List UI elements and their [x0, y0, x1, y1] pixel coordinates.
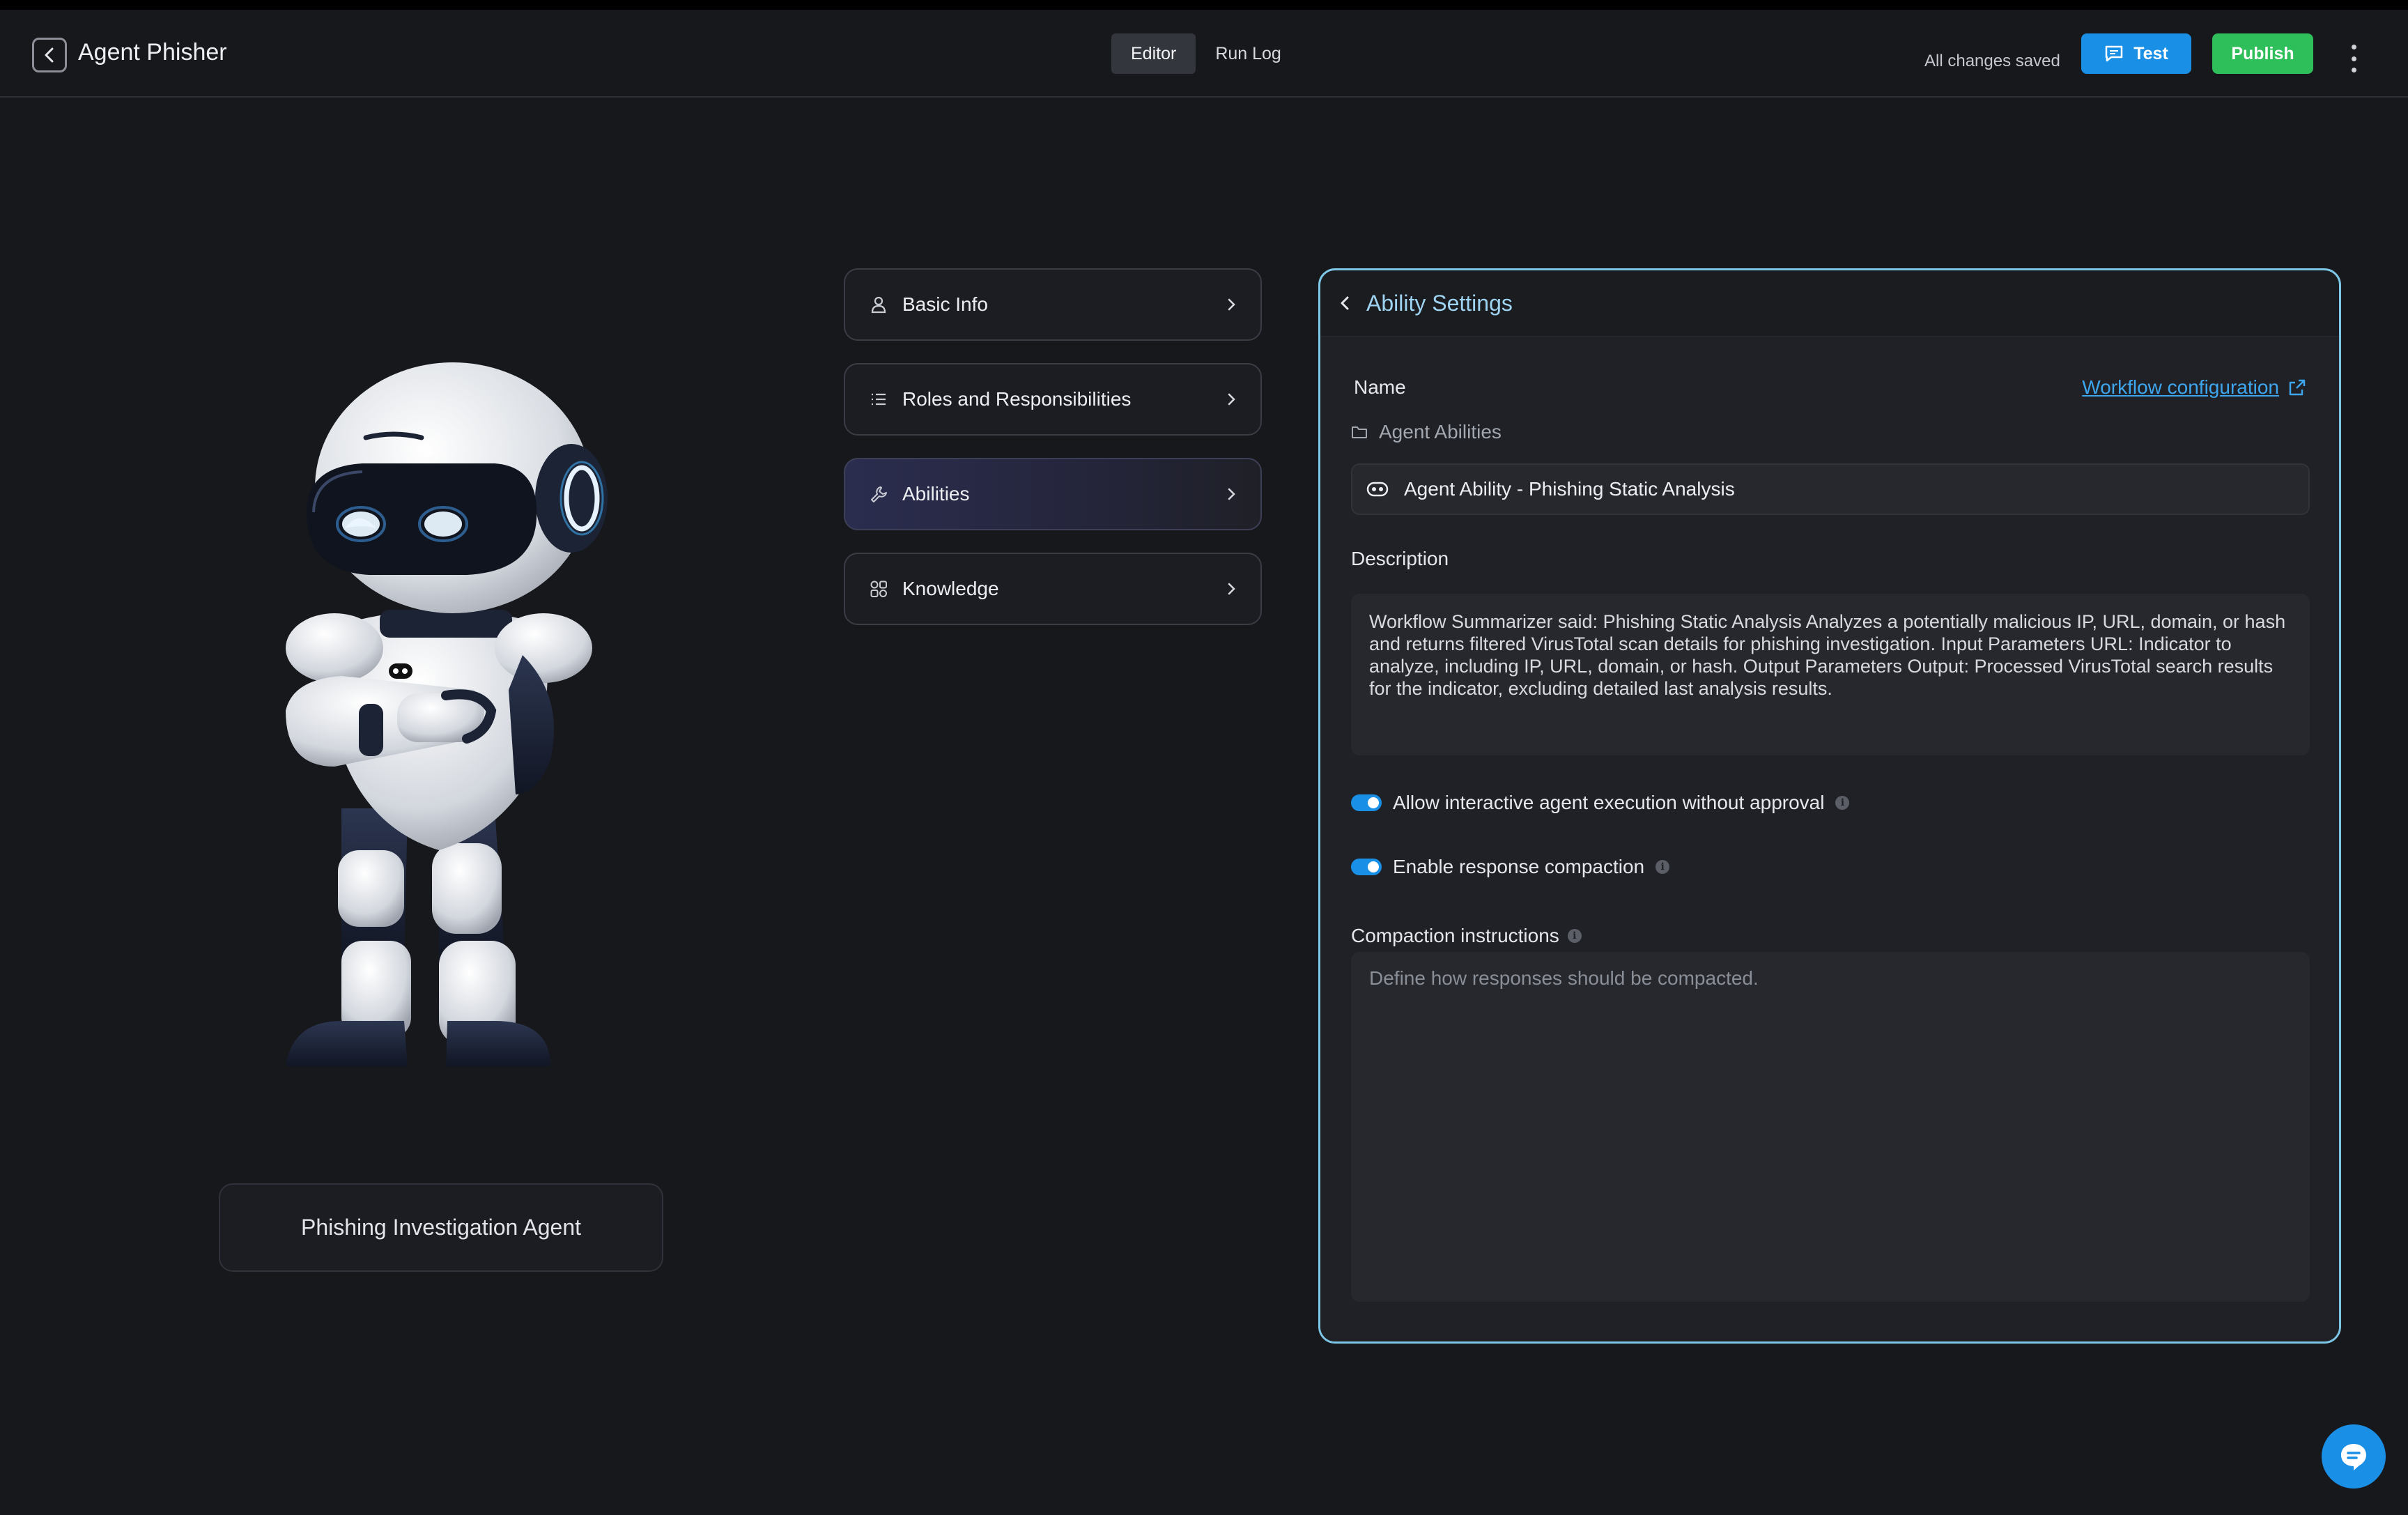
back-button[interactable] — [32, 38, 67, 72]
user-icon — [869, 295, 888, 314]
list-icon — [869, 390, 888, 409]
chat-support-button[interactable] — [2322, 1424, 2386, 1489]
ability-name-value: Agent Ability - Phishing Static Analysis — [1404, 478, 1735, 500]
menu-item-label: Abilities — [902, 483, 970, 505]
response-compaction-label: Enable response compaction — [1393, 856, 1645, 877]
chevron-left-icon[interactable] — [1338, 294, 1351, 312]
chevron-right-icon — [1228, 488, 1235, 500]
chat-bubble-icon — [2341, 1444, 2366, 1470]
panel-header: Ability Settings — [1320, 270, 2339, 337]
agent-ability-icon — [1366, 482, 1389, 497]
workflow-configuration-link[interactable]: Workflow configuration — [2082, 376, 2307, 399]
agent-name: Phishing Investigation Agent — [219, 1183, 663, 1272]
external-link-icon — [2289, 379, 2306, 396]
chevron-right-icon — [1228, 583, 1235, 595]
info-icon[interactable]: i — [1656, 860, 1670, 874]
compaction-instructions-heading: Compaction instructions i — [1351, 925, 1582, 947]
ability-settings-panel: Ability Settings Name Workflow configura… — [1318, 268, 2341, 1344]
page-title: Agent Phisher — [78, 39, 227, 66]
chat-icon — [2105, 45, 2123, 62]
robot-icon — [286, 362, 608, 1066]
response-compaction-row: Enable response compaction i — [1351, 856, 1670, 878]
compaction-instructions-box — [1351, 952, 2310, 1302]
compaction-instructions-input[interactable] — [1369, 967, 2292, 1286]
folder-breadcrumb: Agent Abilities — [1351, 421, 1502, 443]
save-status: All changes saved — [1924, 52, 2060, 70]
info-icon[interactable]: i — [1567, 929, 1582, 943]
description-label: Description — [1351, 548, 1449, 569]
publish-button[interactable]: Publish — [2212, 33, 2313, 74]
view-tabs: Editor Run Log — [1111, 33, 1301, 74]
menu-item-abilities[interactable]: Abilities — [844, 458, 1262, 530]
menu-item-label: Basic Info — [902, 293, 988, 315]
kebab-menu-icon[interactable] — [2345, 45, 2362, 72]
grid-icon — [869, 579, 888, 599]
chevron-left-icon — [45, 47, 54, 63]
response-compaction-toggle[interactable] — [1351, 859, 1382, 875]
chevron-right-icon — [1228, 393, 1235, 406]
menu-item-label: Knowledge — [902, 578, 999, 599]
tab-editor[interactable]: Editor — [1111, 33, 1196, 74]
folder-icon — [1352, 426, 1367, 438]
interactive-execution-label: Allow interactive agent execution withou… — [1393, 792, 1825, 813]
app-header: Agent Phisher Editor Run Log All changes… — [0, 10, 2408, 98]
top-strip — [0, 0, 2408, 10]
menu-item-basic-info[interactable]: Basic Info — [844, 268, 1262, 341]
ability-name-field[interactable]: Agent Ability - Phishing Static Analysis — [1351, 463, 2310, 515]
interactive-execution-row: Allow interactive agent execution withou… — [1351, 792, 1850, 814]
compaction-instructions-label: Compaction instructions — [1351, 925, 1559, 946]
info-icon[interactable]: i — [1835, 796, 1850, 810]
test-button-label: Test — [2133, 43, 2168, 63]
panel-body: Name Workflow configuration Agent Abilit… — [1320, 337, 2339, 1341]
menu-item-roles[interactable]: Roles and Responsibilities — [844, 363, 1262, 436]
menu-item-knowledge[interactable]: Knowledge — [844, 553, 1262, 625]
test-button[interactable]: Test — [2081, 33, 2191, 74]
description-text[interactable]: Workflow Summarizer said: Phishing Stati… — [1351, 594, 2310, 755]
wrench-icon — [869, 484, 888, 504]
menu-item-label: Roles and Responsibilities — [902, 388, 1132, 410]
tab-run-log[interactable]: Run Log — [1196, 33, 1301, 74]
agent-avatar — [265, 362, 627, 1094]
folder-label: Agent Abilities — [1379, 421, 1502, 443]
interactive-execution-toggle[interactable] — [1351, 794, 1382, 811]
panel-title: Ability Settings — [1366, 290, 1513, 316]
name-label: Name — [1354, 376, 1406, 398]
chevron-right-icon — [1228, 298, 1235, 311]
workflow-link-label: Workflow configuration — [2082, 376, 2279, 398]
